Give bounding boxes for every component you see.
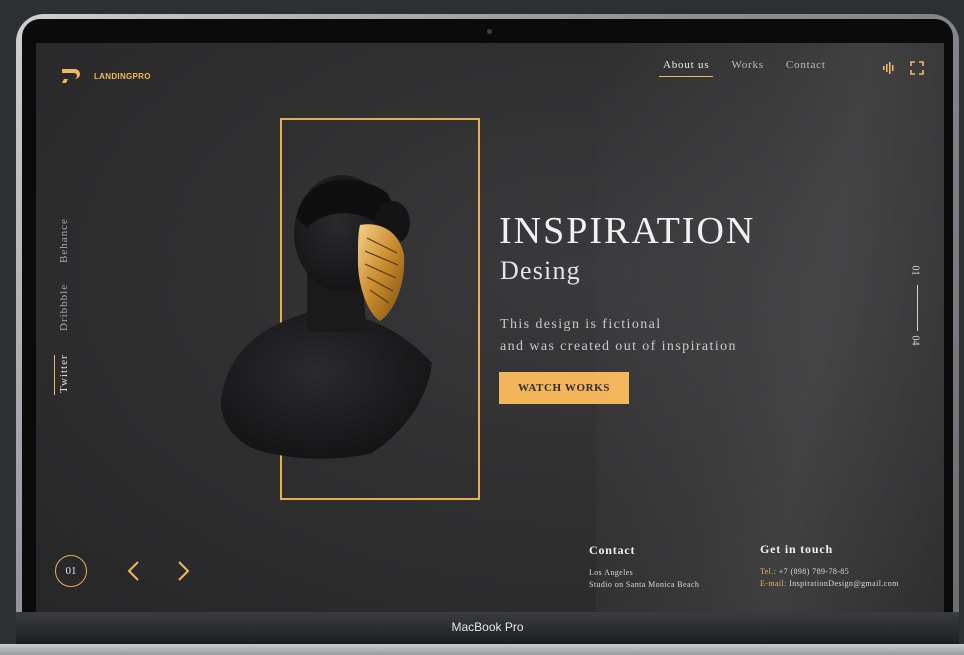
social-twitter[interactable]: Twitter xyxy=(58,354,70,393)
previous-arrow-icon[interactable] xyxy=(125,560,143,582)
nav-contact[interactable]: Contact xyxy=(786,59,826,75)
sound-icon[interactable] xyxy=(882,61,896,75)
phone-label: Tel.: xyxy=(760,567,777,576)
pager-line xyxy=(917,285,918,331)
social-behance[interactable]: Behance xyxy=(58,218,70,263)
get-in-touch-title: Get in touch xyxy=(760,542,833,556)
hero-description: This design is fictional and was created… xyxy=(500,314,737,358)
contact-title: Contact xyxy=(589,543,636,557)
website-screen: LANDINGPRO About us Works Contact Twitte… xyxy=(36,43,944,612)
contact-block: Contact Los Angeles Studio on Santa Moni… xyxy=(589,543,699,591)
email-line: E-mail: InspirationDesign@gmail.com xyxy=(760,578,899,590)
pager-current: 01 xyxy=(909,265,921,276)
hero-description-line-2: and was created out of inspiration xyxy=(500,339,737,354)
email-label: E-mail: xyxy=(760,579,787,588)
email-value[interactable]: InspirationDesign@gmail.com xyxy=(789,579,898,588)
hero-description-line-1: This design is fictional xyxy=(500,317,662,332)
header-tools xyxy=(882,61,924,75)
laptop-chin: MacBook Pro xyxy=(16,612,959,644)
get-in-touch-block: Get in touch Tel.: +7 (898) 789-78-85 E-… xyxy=(760,542,899,590)
phone-line: Tel.: +7 (898) 789-78-85 xyxy=(760,566,899,578)
slide-counter: 01 xyxy=(55,555,87,587)
next-arrow-icon[interactable] xyxy=(174,560,192,582)
social-dribbble[interactable]: Dribbble xyxy=(58,284,70,331)
hero-subheadline: Desing xyxy=(500,256,581,285)
social-active-underline xyxy=(54,355,55,395)
fullscreen-icon[interactable] xyxy=(910,61,924,75)
device-label: MacBook Pro xyxy=(451,620,524,634)
slide-pager: 01 04 xyxy=(908,263,928,353)
brand-logo[interactable]: LANDINGPRO xyxy=(60,67,151,85)
statue-bust-image xyxy=(221,175,432,459)
nav-about-us[interactable]: About us xyxy=(658,59,714,77)
nav-works[interactable]: Works xyxy=(731,59,763,75)
main-nav: About us Works Contact xyxy=(658,59,826,77)
phone-value[interactable]: +7 (898) 789-78-85 xyxy=(779,567,849,576)
hero-headline: INSPIRATION xyxy=(499,210,756,252)
pager-total: 04 xyxy=(909,335,921,346)
camera-icon xyxy=(487,29,492,34)
logo-mark-icon xyxy=(62,69,80,83)
watch-works-button[interactable]: Watch works xyxy=(499,372,629,404)
laptop-base xyxy=(0,644,964,655)
contact-city: Los Angeles xyxy=(589,568,634,577)
contact-studio: Studio on Santa Monica Beach xyxy=(589,580,700,589)
brand-name: LANDINGPRO xyxy=(94,71,151,81)
